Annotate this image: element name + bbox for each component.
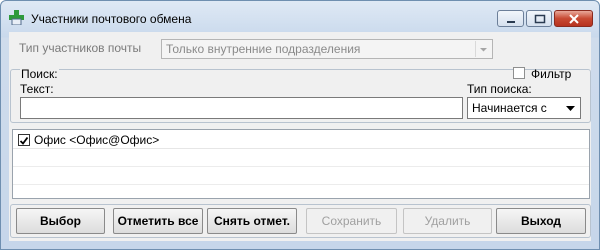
chevron-down-icon [475, 41, 491, 57]
exit-button[interactable]: Выход [496, 208, 586, 234]
participants-type-label: Тип участников почты [19, 41, 142, 55]
title-bar[interactable]: Участники почтового обмена [1, 1, 599, 32]
list-divider [13, 184, 589, 185]
search-text-label: Текст: [20, 82, 54, 96]
unmark-button[interactable]: Снять отмет. [207, 208, 297, 234]
search-type-value: Начинается с [472, 101, 547, 115]
list-item-label: Офис <Офис@Офис> [34, 133, 160, 147]
delete-button[interactable]: Удалить [403, 208, 492, 234]
search-caption: Поиск: [20, 67, 59, 81]
search-text-input[interactable] [20, 97, 463, 119]
save-button[interactable]: Сохранить [306, 208, 397, 234]
mark-all-button[interactable]: Отметить все [113, 208, 203, 234]
participants-type-select: Только внутренние подразделения [161, 39, 493, 59]
minimize-icon [507, 21, 515, 23]
dialog-body: Тип участников почты Только внутренние п… [9, 32, 591, 241]
close-icon [569, 14, 579, 24]
select-button[interactable]: Выбор [16, 208, 105, 234]
list-item-checkbox[interactable] [18, 134, 30, 146]
participants-list[interactable]: Офис <Офис@Офис> [12, 129, 590, 199]
maximize-button[interactable] [526, 10, 552, 27]
list-item[interactable]: Офис <Офис@Офис> [13, 130, 589, 149]
filter-checkbox[interactable] [513, 67, 525, 79]
maximize-icon [534, 14, 546, 24]
chevron-down-icon[interactable] [562, 99, 579, 117]
participants-type-value: Только внутренние подразделения [166, 42, 361, 56]
close-button[interactable] [554, 10, 593, 27]
filter-label[interactable]: Фильтр [531, 67, 571, 81]
minimize-button[interactable] [497, 10, 524, 27]
main-window: Участники почтового обмена Тип участнико… [0, 0, 600, 250]
search-type-label: Тип поиска: [467, 82, 532, 96]
window-title: Участники почтового обмена [31, 12, 192, 26]
list-divider [13, 166, 589, 167]
participants-type-row: Тип участников почты Только внутренние п… [9, 32, 591, 62]
checkmark-icon [19, 136, 29, 145]
app-icon [9, 10, 24, 26]
search-type-select[interactable]: Начинается с [467, 97, 581, 119]
